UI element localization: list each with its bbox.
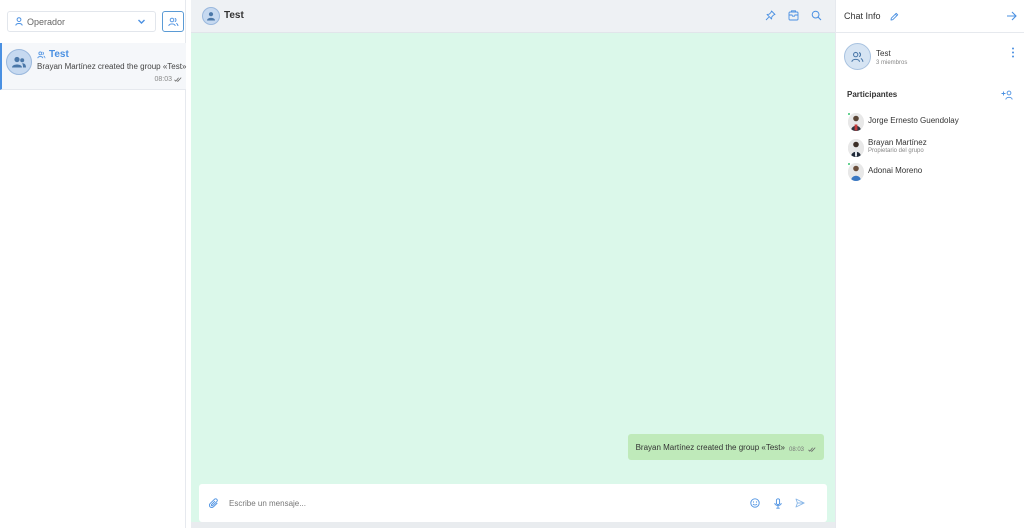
message-input[interactable] — [229, 495, 729, 511]
online-status-dot — [847, 112, 851, 116]
microphone-icon[interactable] — [773, 498, 783, 509]
archive-icon[interactable] — [788, 10, 799, 21]
attach-icon[interactable] — [209, 498, 219, 509]
new-group-button[interactable] — [162, 11, 184, 32]
operator-select[interactable]: Operador — [7, 11, 156, 32]
participant-item[interactable]: Jorge Ernesto Guendolay — [846, 111, 1016, 133]
message-composer — [199, 484, 827, 522]
online-status-dot — [847, 162, 851, 166]
group-avatar — [6, 49, 32, 75]
add-participant-icon[interactable] — [1001, 90, 1013, 100]
chat-time: 08:03 — [154, 76, 172, 83]
group-avatar — [844, 43, 871, 70]
search-icon[interactable] — [811, 10, 822, 21]
participant-role: Propietario del grupo — [868, 148, 924, 154]
pin-icon[interactable] — [765, 10, 776, 21]
participant-name: Brayan Martínez — [868, 138, 927, 147]
emoji-icon[interactable] — [750, 498, 760, 508]
chat-preview: Brayan Martínez created the group «Test» — [37, 62, 187, 71]
chat-header: Test — [191, 0, 835, 33]
participant-name: Adonai Moreno — [868, 166, 923, 175]
chevron-down-icon — [137, 17, 146, 26]
participant-item[interactable]: Adonai Moreno — [846, 161, 1016, 183]
chat-info-panel: Chat Info Test 3 miembros Participantes … — [835, 0, 1024, 528]
participant-avatar — [848, 113, 864, 131]
send-icon[interactable] — [795, 498, 805, 508]
double-check-icon — [174, 77, 182, 82]
pencil-icon[interactable] — [890, 12, 899, 21]
group-icon — [167, 17, 179, 27]
chat-list-item[interactable]: Test Brayan Martínez created the group «… — [0, 43, 186, 90]
arrow-right-icon[interactable] — [1006, 11, 1017, 21]
chat-name: Test — [49, 49, 69, 60]
chat-panel: Test Brayan Martínez created the group «… — [191, 0, 835, 528]
participants-title: Participantes — [847, 90, 898, 99]
participant-item[interactable]: Brayan Martínez Propietario del grupo — [846, 137, 1016, 159]
group-member-count: 3 miembros — [876, 60, 908, 66]
chat-list-sidebar: Operador Test Brayan Martínez created th… — [0, 0, 186, 528]
participants-header: Participantes — [836, 85, 1024, 105]
chat-info-header: Chat Info — [836, 0, 1024, 33]
user-icon — [15, 17, 23, 26]
operator-select-label: Operador — [27, 16, 66, 27]
group-summary: Test 3 miembros — [836, 43, 1024, 73]
chat-avatar[interactable] — [202, 7, 220, 25]
more-vertical-icon[interactable] — [1011, 47, 1015, 58]
double-check-icon — [808, 447, 816, 452]
participant-name: Jorge Ernesto Guendolay — [868, 116, 959, 125]
chat-info-title: Chat Info — [844, 11, 881, 21]
group-name: Test — [876, 49, 891, 58]
message-time: 08:03 — [788, 447, 804, 453]
chat-title[interactable]: Test — [224, 10, 244, 21]
composer-footer-strip — [191, 522, 835, 528]
participant-avatar — [848, 163, 864, 181]
message-text: Brayan Martínez created the group «Test» — [635, 442, 785, 452]
participant-avatar — [848, 139, 864, 157]
group-icon — [37, 51, 46, 59]
outgoing-message[interactable]: Brayan Martínez created the group «Test»… — [627, 434, 824, 460]
